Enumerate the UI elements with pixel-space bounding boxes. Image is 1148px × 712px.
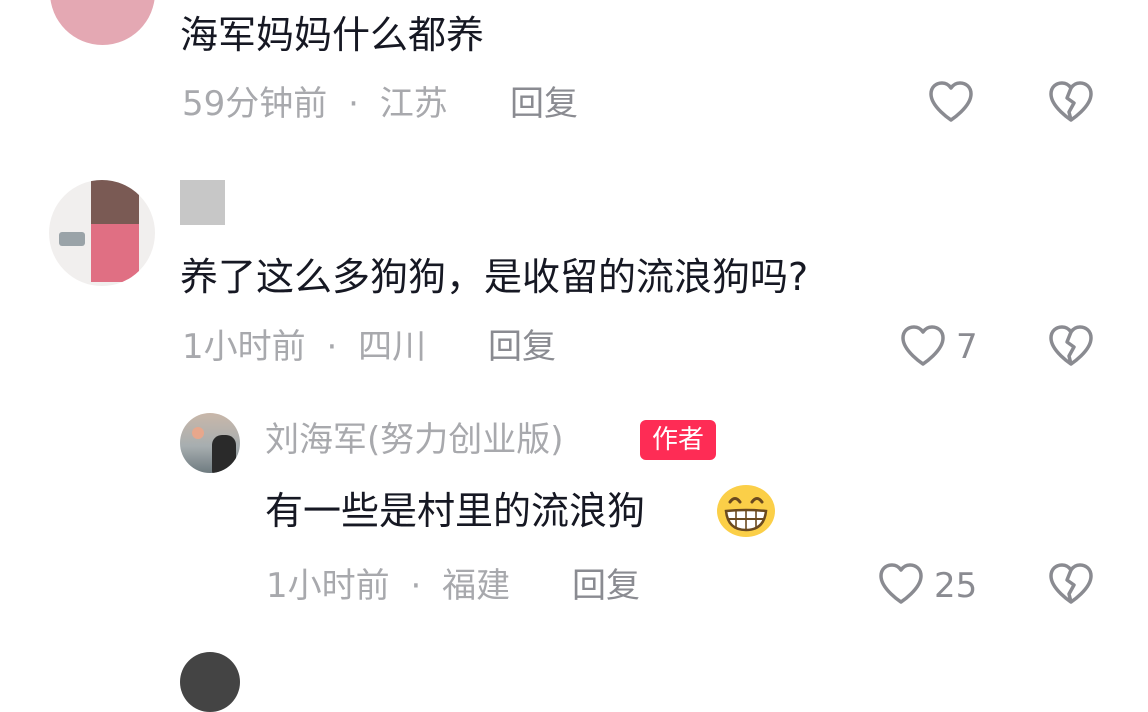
meta-separator: ·	[348, 84, 359, 124]
broken-heart-icon[interactable]	[1046, 78, 1096, 128]
avatar[interactable]	[50, 0, 155, 45]
reply-button[interactable]: 回复	[510, 84, 578, 124]
comment-meta: 1小时前 · 四川	[182, 327, 426, 367]
heart-outline-icon[interactable]	[876, 560, 926, 610]
like-count: 25	[934, 566, 978, 606]
author-avatar[interactable]	[180, 413, 240, 473]
avatar[interactable]	[180, 652, 240, 712]
comment-time: 1小时前	[266, 566, 390, 606]
author-badge: 作者	[640, 420, 717, 460]
grinning-face-emoji-icon	[716, 484, 776, 538]
comment-location: 福建	[442, 566, 511, 606]
username-placeholder	[180, 180, 225, 225]
comment-time: 1小时前	[182, 327, 306, 367]
comment-meta: 1小时前 · 福建	[266, 566, 510, 606]
like-count: 7	[956, 327, 978, 367]
avatar[interactable]	[49, 180, 155, 286]
author-name[interactable]: 刘海军(努力创业版)	[265, 420, 564, 460]
heart-outline-icon[interactable]	[898, 322, 948, 372]
meta-separator: ·	[326, 327, 338, 367]
comment-location: 四川	[358, 327, 427, 367]
broken-heart-icon[interactable]	[1046, 322, 1096, 372]
meta-separator: ·	[410, 566, 422, 606]
comment-text: 养了这么多狗狗，是收留的流浪狗吗?	[180, 255, 809, 299]
reply-button[interactable]: 回复	[572, 566, 640, 606]
comment-text: 海军妈妈什么都养	[180, 13, 485, 57]
comment-meta: 59分钟前 · 江苏	[182, 84, 448, 124]
comment-text: 有一些是村里的流浪狗	[265, 489, 646, 533]
comment-location: 江苏	[379, 84, 448, 124]
reply-button[interactable]: 回复	[488, 327, 556, 367]
broken-heart-icon[interactable]	[1046, 560, 1096, 610]
heart-outline-icon[interactable]	[926, 78, 976, 128]
comment-time: 59分钟前	[182, 84, 328, 124]
